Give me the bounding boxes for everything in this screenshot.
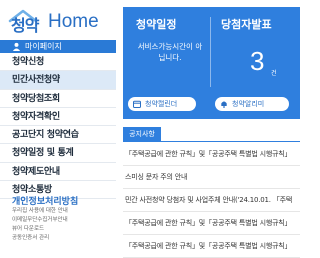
sidebar-menu: 청약신청 민간사전청약 청약당첨조회 청약자격확인 공고단지 청약연습 청약일정… xyxy=(0,53,116,200)
calendar-icon xyxy=(133,100,141,108)
notice-item[interactable]: 「주택공급에 관한 규칙」및「공공주택 특별법 시행규칙」 xyxy=(123,235,300,258)
sidebar-item-apply[interactable]: 청약신청 xyxy=(0,53,116,72)
sidebar-item-winner-check[interactable]: 청약당첨조회 xyxy=(0,90,116,108)
service-unavailable-message: 서비스가능시간이 아닙니다. xyxy=(137,42,203,62)
schedule-winner-card: 청약일정 당첨자발표 서비스가능시간이 아닙니다. 3 건 청약캘린더 청약알리… xyxy=(123,7,300,119)
alarm-button-label: 청약알리미 xyxy=(232,100,265,108)
winner-title: 당첨자발표 xyxy=(221,18,272,31)
notice-divider xyxy=(123,141,300,142)
footer-link[interactable]: 우리집 사용에 대한 안내 xyxy=(12,207,68,216)
bell-icon xyxy=(221,101,227,108)
winner-count[interactable]: 3 xyxy=(250,46,264,77)
notice-item[interactable]: 「주택공급에 관한 규칙」및「공공주택 특별법 시행규칙」 xyxy=(123,212,300,235)
schedule-title: 청약일정 xyxy=(136,18,177,31)
user-icon xyxy=(12,42,21,51)
privacy-policy-link[interactable]: 개인정보처리방침 xyxy=(12,194,78,207)
footer-link[interactable]: 뷰어 다운로드 xyxy=(12,225,68,234)
notice-list: 「주택공급에 관한 규칙」및「공공주택 특별법 시행규칙」 스미싱 문자 주의 … xyxy=(123,143,300,258)
logo-text-ko: 청약 xyxy=(11,16,39,35)
logo-text-en: Home xyxy=(48,11,99,32)
mypage-label: 마이페이지 xyxy=(25,42,62,51)
notice-item[interactable]: 민간 사전청약 당첨자 및 사업주체 안내('24.10.01. 「주택 xyxy=(123,189,300,212)
sidebar-item-apply-practice[interactable]: 공고단지 청약연습 xyxy=(0,126,116,145)
footer-link[interactable]: 이메일무단수집거부안내 xyxy=(12,216,68,225)
calendar-button-label: 청약캘린더 xyxy=(145,100,178,108)
mypage-link[interactable]: 마이페이지 xyxy=(0,40,116,53)
card-divider xyxy=(210,17,211,87)
notice-item[interactable]: 스미싱 문자 주의 안내 xyxy=(123,166,300,189)
notice-item[interactable]: 「주택공급에 관한 규칙」및「공공주택 특별법 시행규칙」 xyxy=(123,143,300,166)
sidebar-item-schedule-stats[interactable]: 청약일정 및 통계 xyxy=(0,144,116,163)
site-logo[interactable]: 청약 Home xyxy=(0,0,116,40)
tab-notice[interactable]: 공지사항 xyxy=(123,127,161,141)
calendar-button[interactable]: 청약캘린더 xyxy=(128,97,196,111)
sidebar-item-private-pre-apply[interactable]: 민간사전청약 xyxy=(0,71,116,90)
winner-count-unit: 건 xyxy=(271,70,277,77)
sidebar-item-eligibility-check[interactable]: 청약자격확인 xyxy=(0,108,116,127)
sidebar-item-system-guide[interactable]: 청약제도안내 xyxy=(0,163,116,182)
footer-links: 우리집 사용에 대한 안내 이메일무단수집거부안내 뷰어 다운로드 공동인증서 … xyxy=(12,207,68,243)
alarm-button[interactable]: 청약알리미 xyxy=(215,97,289,111)
